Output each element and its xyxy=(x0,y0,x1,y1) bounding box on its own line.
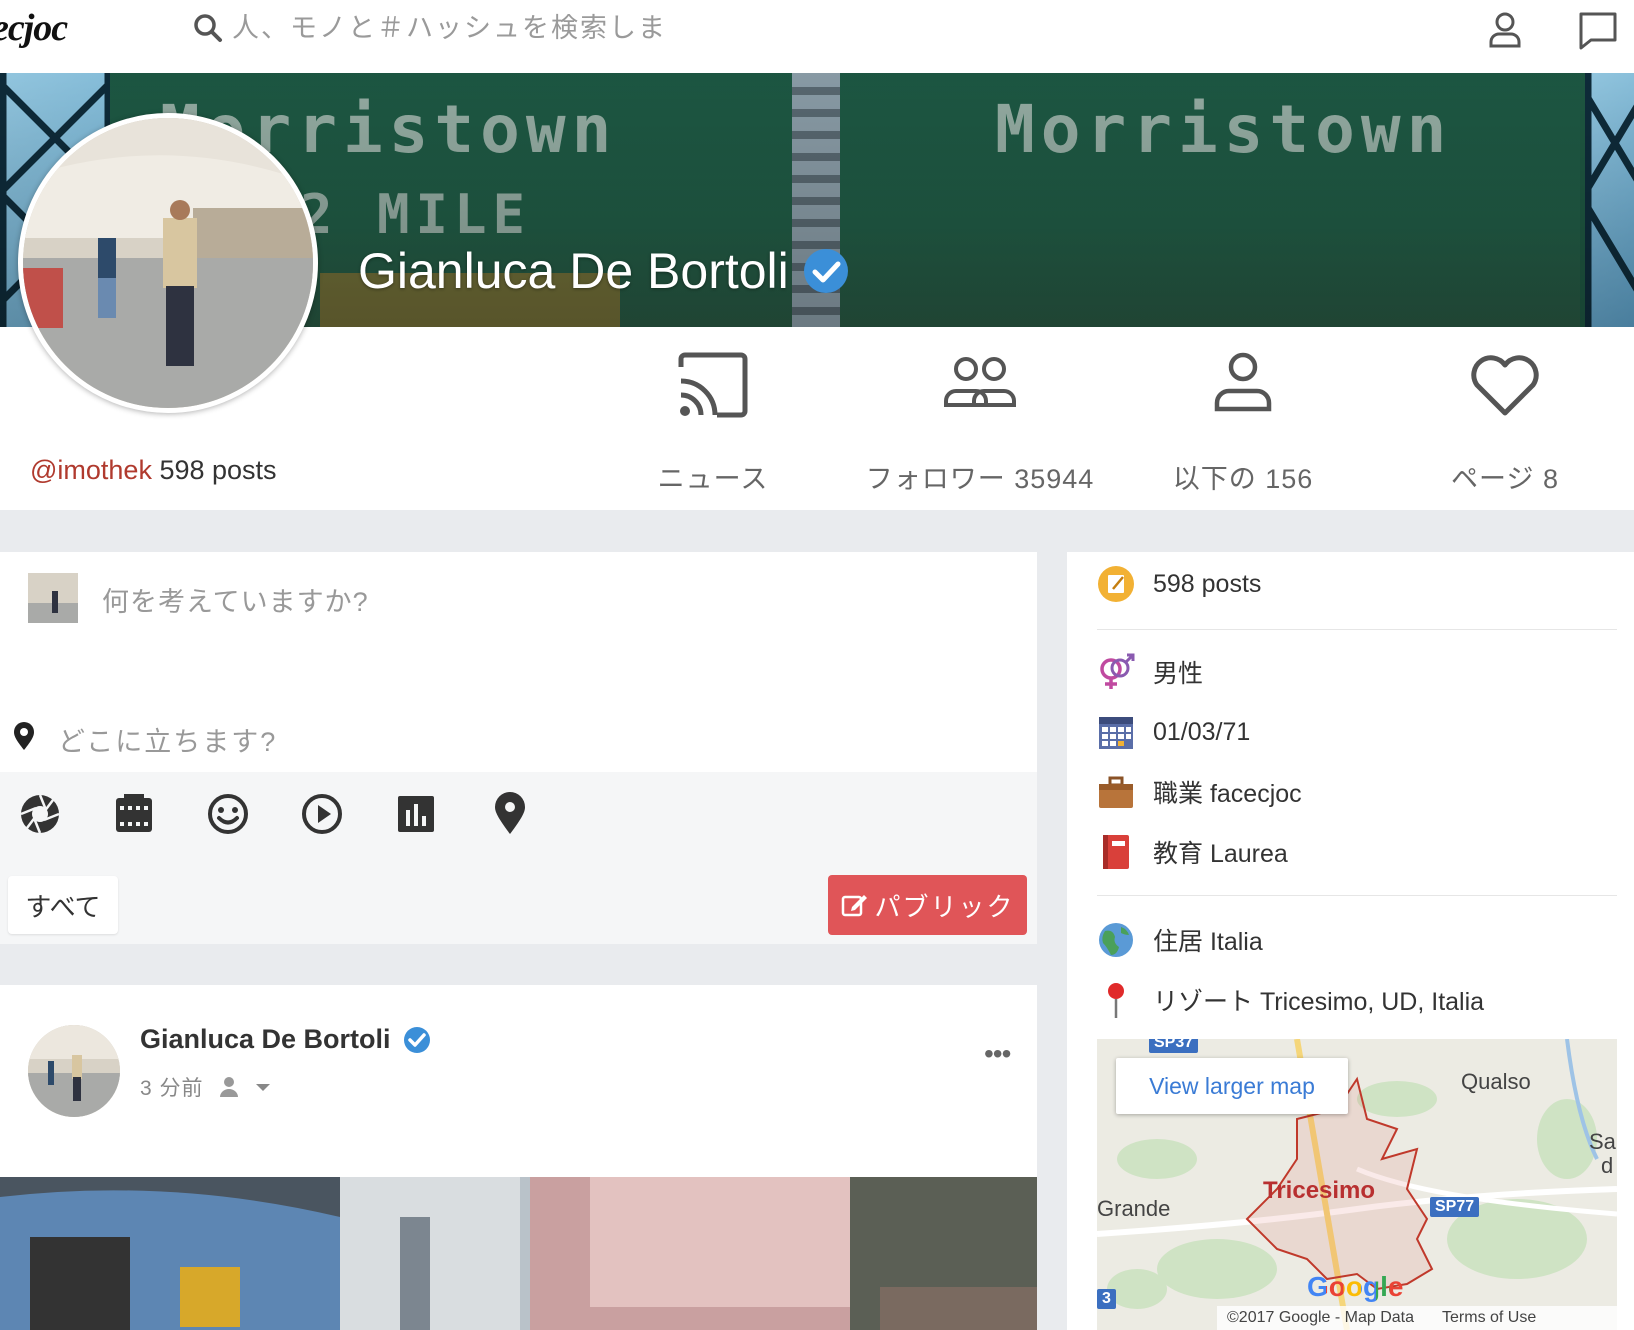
film-icon[interactable] xyxy=(112,792,156,836)
publish-button-label: パブリック xyxy=(874,891,1015,922)
stat-followers[interactable]: フォロワー 35944 xyxy=(855,345,1105,496)
stat-following[interactable]: 以下の 156 xyxy=(1118,345,1368,496)
divider xyxy=(1097,629,1617,630)
search-icon xyxy=(194,14,222,42)
logo[interactable]: ecjoc xyxy=(0,6,68,50)
divider xyxy=(1097,895,1617,896)
info-lives-in: 住居 Italia xyxy=(1097,921,1263,959)
stat-pages-label: ページ 8 xyxy=(1451,464,1559,494)
notepad-icon xyxy=(1098,566,1134,602)
stat-news[interactable]: ニュース xyxy=(588,345,838,496)
info-work: 職業 facecjoc xyxy=(1097,773,1302,811)
profile-name-text: Gianluca De Bortoli xyxy=(358,243,789,299)
map-terms-link[interactable]: Terms of Use xyxy=(1442,1309,1536,1327)
info-posts-text: 598 posts xyxy=(1153,569,1262,598)
map-town-label: Tricesimo xyxy=(1263,1177,1376,1204)
search-input[interactable] xyxy=(232,12,752,44)
followers-icon xyxy=(944,357,1016,407)
pushpin-icon xyxy=(1108,983,1124,1018)
location-pin-icon xyxy=(14,722,34,750)
info-birthday-text: 01/03/71 xyxy=(1153,717,1251,746)
post-timestamp[interactable]: 3 分前 xyxy=(140,1072,204,1102)
composer-input[interactable]: 何を考えていますか? xyxy=(102,580,369,619)
map-place-grande: Grande xyxy=(1097,1196,1171,1221)
post-options-button[interactable]: ••• xyxy=(984,1038,1011,1070)
verified-badge-icon xyxy=(803,249,848,293)
map-road-sp37: SP37 xyxy=(1149,1039,1199,1053)
map-place-sa: Sa xyxy=(1589,1129,1616,1154)
play-icon[interactable] xyxy=(300,792,344,836)
post-image[interactable] xyxy=(0,1177,1037,1330)
location-map[interactable]: View larger map Qualso Grande Sa d Trice… xyxy=(1097,1039,1617,1330)
gender-icon xyxy=(1100,653,1135,689)
profile-avatar[interactable] xyxy=(18,113,318,413)
info-work-text: 職業 facecjoc xyxy=(1153,780,1302,808)
emoji-icon[interactable] xyxy=(206,792,250,836)
stat-news-label: ニュース xyxy=(657,464,769,494)
camera-shutter-icon[interactable] xyxy=(18,792,62,836)
book-icon xyxy=(1103,835,1129,869)
poll-chart-icon[interactable] xyxy=(394,792,438,836)
map-road-sp77: SP77 xyxy=(1430,1197,1480,1217)
user-icon[interactable] xyxy=(1483,8,1527,52)
audience-all-button[interactable]: すべて xyxy=(8,876,118,934)
message-icon[interactable] xyxy=(1576,8,1620,52)
verified-badge-icon xyxy=(403,1026,430,1053)
info-education: 教育 Laurea xyxy=(1097,833,1288,871)
map-marker-icon[interactable] xyxy=(488,792,532,836)
post-author-avatar[interactable] xyxy=(28,1025,120,1117)
info-gender: 男性 xyxy=(1097,653,1203,691)
profile-handle-line: @imothek 598 posts xyxy=(30,455,277,486)
composer-avatar xyxy=(28,573,78,623)
view-larger-map-link[interactable]: View larger map xyxy=(1116,1058,1348,1114)
post-author[interactable]: Gianluca De Bortoli xyxy=(140,1024,431,1055)
heart-icon xyxy=(1471,355,1539,416)
following-icon xyxy=(1214,352,1272,412)
map-footer: ©2017 Google - Map Data Terms of Use xyxy=(1217,1306,1617,1330)
chevron-down-icon[interactable] xyxy=(254,1078,272,1096)
info-education-text: 教育 Laurea xyxy=(1153,840,1288,868)
publish-button[interactable]: パブリック xyxy=(828,875,1027,935)
info-from: リゾート Tricesimo, UD, Italia xyxy=(1097,981,1484,1019)
stat-followers-label: フォロワー 35944 xyxy=(865,464,1095,494)
location-input[interactable]: どこに立ちます? xyxy=(58,720,277,759)
briefcase-icon xyxy=(1099,776,1133,808)
map-road-3: 3 xyxy=(1097,1289,1116,1309)
post-meta: 3 分前 xyxy=(140,1072,272,1102)
profile-handle[interactable]: @imothek xyxy=(30,455,152,485)
profile-post-count: 598 posts xyxy=(159,455,277,485)
map-place-d: d xyxy=(1601,1153,1614,1178)
top-bar: ecjoc xyxy=(0,0,1634,73)
info-gender-text: 男性 xyxy=(1153,660,1204,688)
info-posts: 598 posts xyxy=(1097,565,1261,603)
map-place-qualso: Qualso xyxy=(1461,1069,1531,1094)
map-copyright: ©2017 Google - Map Data xyxy=(1227,1309,1415,1326)
globe-icon xyxy=(1099,923,1133,957)
privacy-user-icon xyxy=(219,1077,238,1097)
info-birthday: 01/03/71 xyxy=(1097,713,1250,751)
stat-following-label: 以下の 156 xyxy=(1172,464,1314,494)
info-lives-in-text: 住居 Italia xyxy=(1153,928,1263,956)
info-from-text: リゾート Tricesimo, UD, Italia xyxy=(1153,988,1485,1016)
edit-icon xyxy=(842,895,868,917)
profile-name: Gianluca De Bortoli xyxy=(358,242,849,300)
cast-icon xyxy=(678,352,748,418)
calendar-icon xyxy=(1099,717,1133,749)
stat-pages[interactable]: ページ 8 xyxy=(1380,345,1630,496)
google-logo: Google xyxy=(1307,1271,1404,1302)
search-bar[interactable] xyxy=(192,8,752,48)
post-author-name[interactable]: Gianluca De Bortoli xyxy=(140,1024,391,1055)
